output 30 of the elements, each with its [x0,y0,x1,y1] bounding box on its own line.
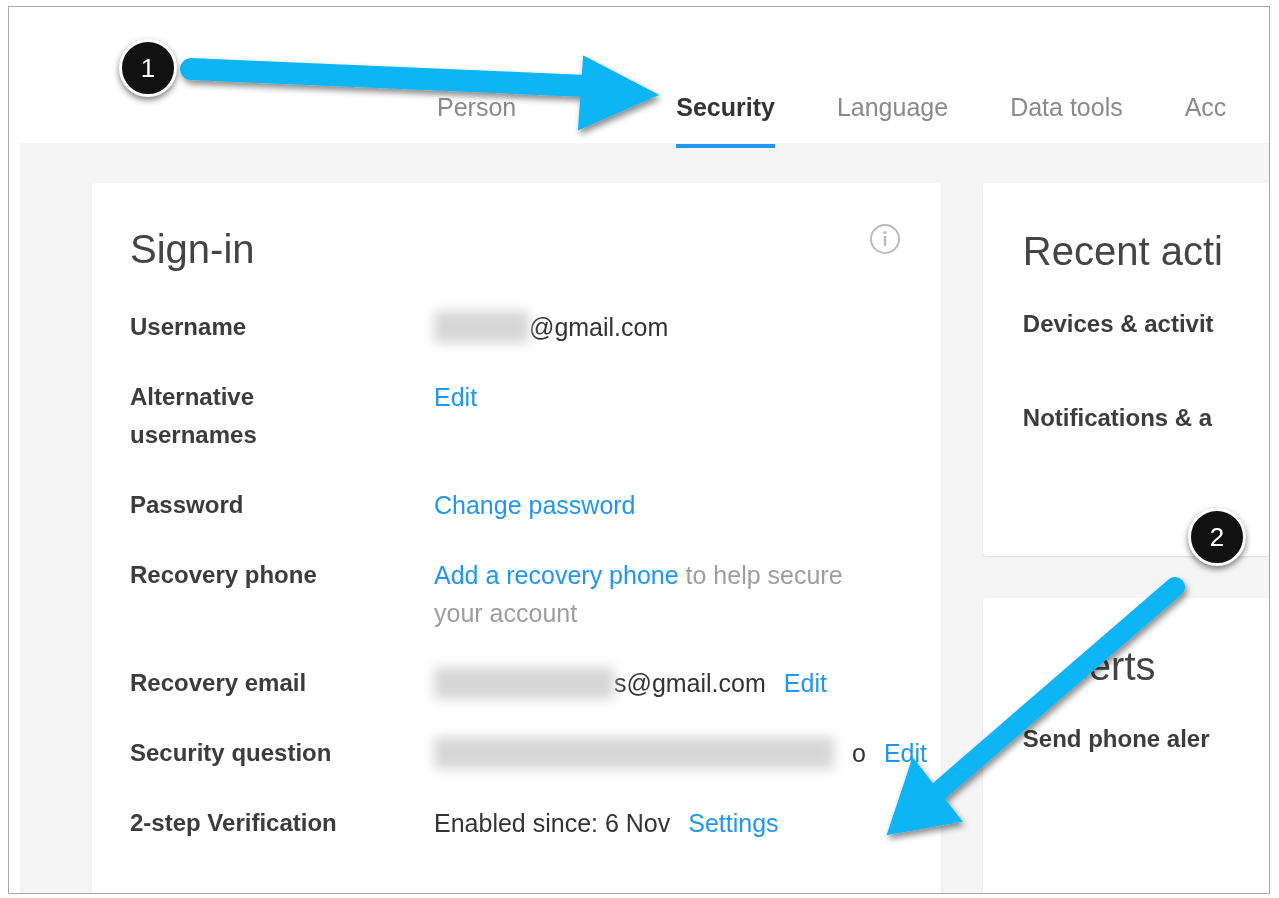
value-text: Enabled since: 6 Nov [434,808,671,839]
link[interactable]: Add a recovery phone [434,561,679,589]
card-title: Recent acti [1022,229,1223,274]
value-text: s@gmail.com [614,668,766,699]
link[interactable]: Edit [434,378,478,416]
link[interactable]: Edit [883,734,927,772]
tab[interactable]: Security [676,95,775,148]
info-icon[interactable] [868,223,901,255]
row-label: Devices & activit [1022,310,1215,338]
card-title: Sign-in [130,227,255,272]
value-text: o [852,738,866,769]
link[interactable]: Settings [688,804,779,842]
row-label: Username [130,312,248,342]
tab[interactable]: Data tools [1010,95,1123,148]
recovery-phone-text: Add a recovery phone to help secure your account [434,560,844,629]
row-label: Security question [130,738,333,768]
tab[interactable]: Acc [1184,95,1227,148]
step-badge: 1 [119,39,177,97]
link[interactable]: Edit [783,664,827,702]
link[interactable]: Change password [434,486,636,524]
tab[interactable]: Language [836,95,949,148]
row-label: Password [130,490,245,520]
row-label: Alternative usernames [130,382,258,450]
tab[interactable]: Person [437,95,517,148]
row-label: 2-step Verification [130,808,338,838]
value-text: @gmail.com [529,312,669,343]
row-label: Send phone aler [1022,725,1211,753]
row-label: Notifications & a [1022,404,1214,432]
row-label: Recovery email [130,668,308,698]
row-label: Recovery phone [130,560,318,590]
